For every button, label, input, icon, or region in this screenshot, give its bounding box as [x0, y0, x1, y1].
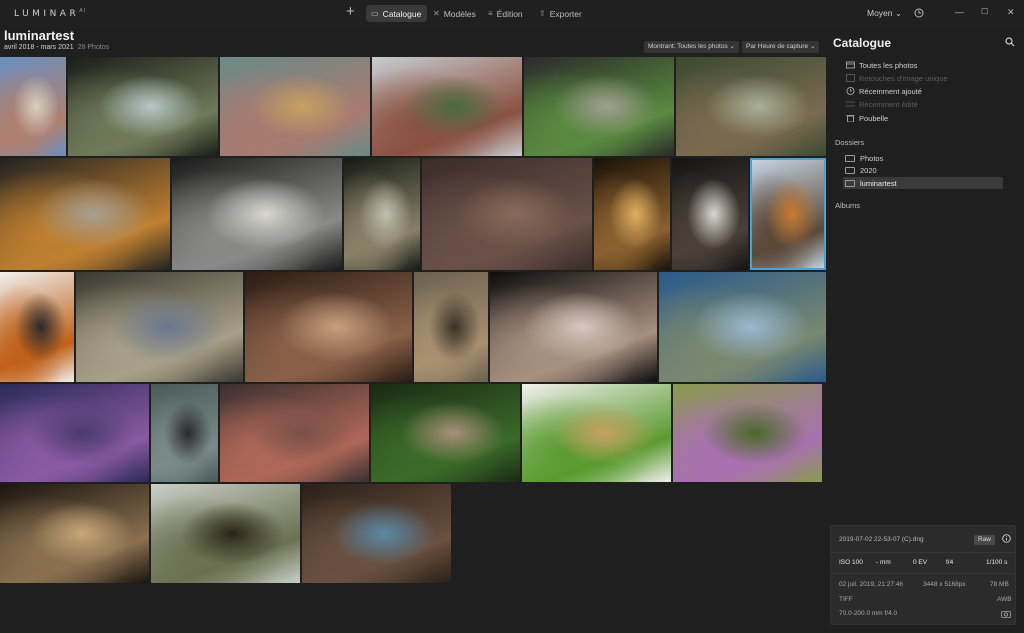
photo-thumbnail-beetle-on-buds[interactable] — [151, 484, 300, 583]
photo-thumbnail-sea-turtle[interactable] — [659, 272, 826, 382]
filter-dropdown[interactable]: Montrant: Toutes les photos ⌄ — [644, 41, 739, 53]
photo-count: 28 Photos — [77, 44, 110, 51]
library-single-edits[interactable]: Retouches d'image unique — [846, 72, 948, 84]
photo-thumbnail-cathedral-vault[interactable] — [76, 272, 243, 382]
tab-edition[interactable]: ≡ Édition — [483, 5, 529, 22]
photo-thumbnail-skulls[interactable] — [0, 484, 149, 583]
library-recently-added[interactable]: Récemment ajouté — [846, 85, 922, 97]
page-title: luminartest — [4, 28, 75, 43]
photo-thumbnail-scorpionfish[interactable] — [220, 384, 369, 482]
top-bar: LUMINARAI + ▭ Catalogue ✕ Modèles ≡ Édit… — [0, 0, 1024, 26]
sliders-icon — [846, 101, 855, 107]
photo-thumbnail-pergola-garden[interactable] — [524, 57, 674, 156]
photo-thumbnail-hornet[interactable] — [0, 272, 74, 382]
file-type: TIFF — [839, 596, 853, 603]
folder-icon — [845, 154, 855, 162]
photos-icon — [846, 61, 855, 69]
photo-thumbnail-framed-painting[interactable] — [490, 272, 657, 382]
folder-2020[interactable]: 2020 — [843, 164, 1003, 176]
maximize-icon[interactable]: ☐ — [981, 7, 988, 17]
add-photos-icon[interactable]: + — [346, 4, 355, 20]
iso-value: ISO 100 — [839, 559, 863, 566]
date-range: avril 2018 - mars 2021 28 Photos — [4, 44, 110, 51]
photo-thumbnail-old-town-river[interactable] — [372, 57, 522, 156]
folder-luminartest[interactable]: luminartest — [843, 177, 1003, 189]
clock-icon — [846, 87, 855, 95]
info-history-icon[interactable] — [914, 8, 924, 18]
format-badge: Raw — [974, 535, 996, 545]
photo-thumbnail-statue[interactable] — [151, 384, 218, 482]
lens-info: 70.0-200.0 mm f/4.0 — [839, 610, 898, 617]
albums-heading[interactable]: Albums — [835, 201, 860, 210]
photo-thumbnail-damselfly-portrait[interactable] — [344, 158, 420, 270]
folder-icon — [845, 166, 855, 174]
photo-thumbnail-butterfly-wing-closeup[interactable] — [0, 158, 170, 270]
minimize-icon[interactable]: — — [955, 7, 964, 17]
photo-thumbnail-arches-courtyard[interactable] — [245, 272, 412, 382]
photo-thumbnail-cuttlefish[interactable] — [0, 384, 149, 482]
photo-grid — [0, 57, 826, 584]
folder-icon — [845, 179, 855, 187]
image-dimensions: 3448 x 5168px — [923, 581, 966, 588]
chevron-down-icon: ⌄ — [894, 8, 903, 18]
single-edit-icon — [846, 74, 855, 82]
tab-exporter[interactable]: ⇪ Exporter — [534, 5, 588, 22]
folder-icon: ▭ — [371, 9, 379, 18]
focal-length: - mm — [876, 559, 891, 566]
wand-icon: ✕ — [433, 9, 440, 18]
photo-thumbnail-damselfly[interactable] — [172, 158, 342, 270]
file-name: 2019-07-02 22-53-07 (C).dng — [839, 536, 924, 543]
shutter-speed: 1/100 s — [986, 559, 1008, 566]
white-balance: AWB — [997, 596, 1012, 603]
sliders-icon: ≡ — [488, 9, 493, 18]
photo-thumbnail-lioness[interactable] — [414, 272, 488, 382]
photo-thumbnail-fly-closeup[interactable] — [750, 158, 826, 270]
library-trash[interactable]: Poubelle — [846, 112, 888, 124]
photo-thumbnail-bee-on-flowers[interactable] — [220, 57, 370, 156]
capture-date: 02 juil. 2019, 21:27:46 — [839, 581, 903, 588]
export-icon: ⇪ — [539, 9, 546, 18]
panel-title: Catalogue — [833, 36, 892, 50]
camera-icon — [1001, 611, 1011, 618]
aperture-value: f/4 — [946, 559, 954, 566]
photo-thumbnail-half-timbered-houses[interactable] — [0, 57, 66, 156]
trash-icon — [846, 115, 855, 122]
photo-info-card: 2019-07-02 22-53-07 (C).dng Raw ISO 100 … — [830, 525, 1016, 625]
photo-thumbnail-chandelier[interactable] — [594, 158, 670, 270]
photo-thumbnail-bonsai-tree[interactable] — [676, 57, 826, 156]
tab-modeles[interactable]: ✕ Modèles — [428, 5, 482, 22]
library-all-photos[interactable]: Toutes les photos — [846, 59, 917, 71]
photo-thumbnail-oval-windows[interactable] — [672, 158, 748, 270]
app-logo: LUMINARAI — [14, 8, 87, 19]
photo-thumbnail-tree-frog-white[interactable] — [522, 384, 671, 482]
search-icon[interactable] — [1005, 37, 1015, 47]
exposure-value: 0 EV — [913, 559, 928, 566]
close-icon[interactable]: ✕ — [1007, 7, 1015, 17]
folder-photos[interactable]: Photos — [843, 152, 1003, 164]
photo-thumbnail-butterfly-on-leaf[interactable] — [371, 384, 520, 482]
sort-dropdown[interactable]: Par Heure de capture ⌄ — [742, 41, 820, 53]
file-size: 78 MB — [990, 581, 1009, 588]
photo-thumbnail-dome-ceiling[interactable] — [422, 158, 592, 270]
folders-heading: Dossiers — [835, 138, 865, 147]
info-icon[interactable] — [1002, 534, 1011, 543]
tab-catalogue[interactable]: ▭ Catalogue — [366, 5, 428, 22]
library-recently-edited[interactable]: Récemment édité — [846, 98, 918, 110]
photo-thumbnail-spider[interactable] — [302, 484, 451, 583]
photo-thumbnail-tree-frog-flowers[interactable] — [673, 384, 822, 482]
photo-thumbnail-tree-in-park[interactable] — [68, 57, 218, 156]
thumbnail-size-select[interactable]: Moyen ⌄ — [867, 8, 902, 19]
